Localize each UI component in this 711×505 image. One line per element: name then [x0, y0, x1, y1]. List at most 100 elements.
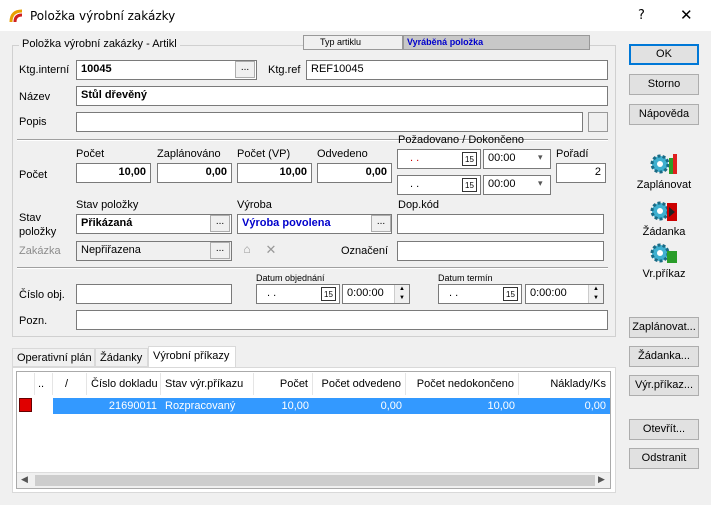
calendar-icon[interactable]: 15 — [462, 178, 477, 192]
zakazka-field: Nepřiřazena — [76, 241, 232, 261]
table-header-pocet-nedokonceno[interactable]: Počet nedokončeno — [406, 373, 519, 395]
odstranit-button[interactable]: Odstranit — [629, 448, 699, 469]
table-header-icon[interactable] — [17, 373, 35, 395]
vyroba-field[interactable]: Výroba povolena — [237, 214, 392, 234]
table-header-pocet-odvedeno[interactable]: Počet odvedeno — [313, 373, 406, 395]
vr-prikaz-action[interactable]: Vr.příkaz — [629, 241, 699, 280]
app-icon — [9, 9, 23, 23]
stav-polozky-label: Stav položky — [76, 199, 139, 211]
pocet-row-label: Počet — [19, 169, 48, 181]
folder-open-icon[interactable]: ⌂ — [237, 242, 257, 260]
cell-cislo-dokladu: 21690011 — [108, 400, 157, 412]
cell-pocet-nedokonceno: 10,00 — [487, 400, 515, 412]
zadanka-button[interactable]: Žádanka... — [629, 346, 699, 367]
odvedeno-field[interactable]: 0,00 — [317, 163, 392, 183]
cislo-obj-field[interactable] — [76, 284, 232, 304]
document-icon — [19, 398, 32, 412]
datum-termin-label: Datum termín — [438, 273, 493, 283]
zaplanovat-label: Zaplánovat — [636, 179, 692, 191]
tab-vyrobni-prikazy[interactable]: Výrobní příkazy — [148, 346, 236, 368]
calendar-icon[interactable]: 15 — [321, 287, 336, 301]
otevrit-button[interactable]: Otevřít... — [629, 419, 699, 440]
poradi-label: Pořadí — [556, 148, 589, 160]
table-header-naklady[interactable]: Náklady/Ks — [519, 373, 610, 395]
title-bar: Položka výrobní zakázky ? ✕ — [0, 0, 711, 31]
clear-icon[interactable]: ✕ — [261, 242, 281, 260]
time-spinner[interactable]: ▲ ▼ — [588, 285, 603, 303]
chevron-down-icon[interactable]: ▾ — [538, 152, 543, 163]
time-spinner[interactable]: ▲ ▼ — [394, 285, 409, 303]
zadanka-icon — [650, 201, 677, 221]
nazev-field[interactable]: Stůl dřevěný — [76, 86, 608, 106]
chevron-down-icon[interactable]: ▾ — [538, 178, 543, 189]
table-header-cislo-dokladu[interactable]: Číslo dokladu — [87, 373, 161, 395]
help-button[interactable]: ? — [638, 8, 645, 23]
odvedeno-label: Odvedeno — [317, 148, 368, 160]
scroll-left-icon[interactable]: ◀ — [21, 474, 28, 485]
table-header-pocet[interactable]: Počet — [254, 373, 313, 395]
ktg-ref-label: Ktg.ref — [268, 64, 301, 76]
pozadovano-label: Požadovano / Dokončeno — [398, 134, 524, 146]
vyroba-browse-button[interactable]: ... — [371, 215, 391, 232]
popis-label: Popis — [19, 116, 47, 128]
storno-button[interactable]: Storno — [629, 74, 699, 95]
napoveda-button[interactable]: Nápověda — [629, 104, 699, 125]
zadanka-action[interactable]: Žádanka — [629, 199, 699, 238]
window-title: Položka výrobní zakázky — [30, 9, 176, 23]
zaplanovat-icon — [650, 154, 677, 174]
zaplanovano-label: Zaplánováno — [157, 148, 221, 160]
separator-2 — [17, 267, 608, 269]
pocet-label: Počet — [76, 148, 105, 160]
zaplanovat-button[interactable]: Zaplánovat... — [629, 317, 699, 338]
table-header-dots[interactable]: .. — [35, 373, 53, 395]
calendar-icon[interactable]: 15 — [462, 152, 477, 166]
ktg-interni-browse-button[interactable]: ... — [235, 61, 255, 78]
zaplanovat-action[interactable]: Zaplánovat — [629, 152, 699, 191]
zadanka-label: Žádanka — [642, 226, 686, 238]
type-value: Vyráběná položka — [403, 35, 590, 50]
ktg-interni-label: Ktg.interní — [19, 64, 70, 76]
vyr-prikaz-button[interactable]: Výr.příkaz... — [629, 375, 699, 396]
table-header-sort[interactable]: / — [53, 373, 87, 395]
calendar-icon[interactable]: 15 — [503, 287, 518, 301]
stav-label-line1: Stav — [19, 212, 42, 224]
stav-polozky-browse-button[interactable]: ... — [210, 215, 230, 232]
tab-operativni-plan[interactable]: Operativní plán — [12, 348, 95, 367]
cell-pocet-odvedeno: 0,00 — [380, 400, 402, 412]
scrollbar-thumb[interactable] — [35, 475, 595, 486]
cislo-obj-label: Číslo obj. — [19, 289, 65, 301]
stav-label-line2: položky — [19, 226, 57, 238]
popis-field[interactable] — [76, 112, 583, 132]
oznaceni-label: Označení — [341, 245, 389, 257]
datum-obj-label: Datum objednání — [256, 273, 325, 283]
cell-pocet: 10,00 — [281, 400, 309, 412]
close-button[interactable]: ✕ — [680, 6, 693, 24]
poradi-field[interactable]: 2 — [556, 163, 606, 183]
type-label: Typ artiklu — [303, 35, 403, 50]
ktg-ref-field[interactable]: REF10045 — [306, 60, 608, 80]
vyroba-label: Výroba — [237, 199, 272, 211]
pozn-label: Pozn. — [19, 315, 48, 327]
group-title: Položka výrobní zakázky - Artikl — [19, 38, 180, 50]
oznaceni-field[interactable] — [397, 241, 604, 261]
nazev-label: Název — [19, 91, 51, 103]
cell-stav: Rozpracovaný — [165, 400, 236, 412]
pocet-field[interactable]: 10,00 — [76, 163, 151, 183]
ktg-interni-field[interactable]: 10045 — [76, 60, 257, 80]
table-header-stav[interactable]: Stav výr.příkazu — [161, 373, 254, 395]
tab-zadanky[interactable]: Žádanky — [95, 348, 148, 367]
pozn-field[interactable] — [76, 310, 608, 330]
ok-button[interactable]: OK — [629, 44, 699, 65]
vr-prikaz-label: Vr.příkaz — [642, 268, 686, 280]
zakazka-label: Zakázka — [19, 245, 61, 257]
pocet-vp-field[interactable]: 10,00 — [237, 163, 312, 183]
pocet-vp-label: Počet (VP) — [237, 148, 291, 160]
stav-polozky-field[interactable]: Přikázaná — [76, 214, 232, 234]
popis-expand-button[interactable] — [588, 112, 608, 132]
dop-kod-field[interactable] — [397, 214, 604, 234]
vr-prikaz-icon — [650, 243, 677, 263]
zaplanovano-field[interactable]: 0,00 — [157, 163, 232, 183]
zakazka-browse-button[interactable]: ... — [210, 242, 230, 259]
cell-naklady: 0,00 — [584, 400, 606, 412]
scroll-right-icon[interactable]: ▶ — [598, 474, 605, 485]
